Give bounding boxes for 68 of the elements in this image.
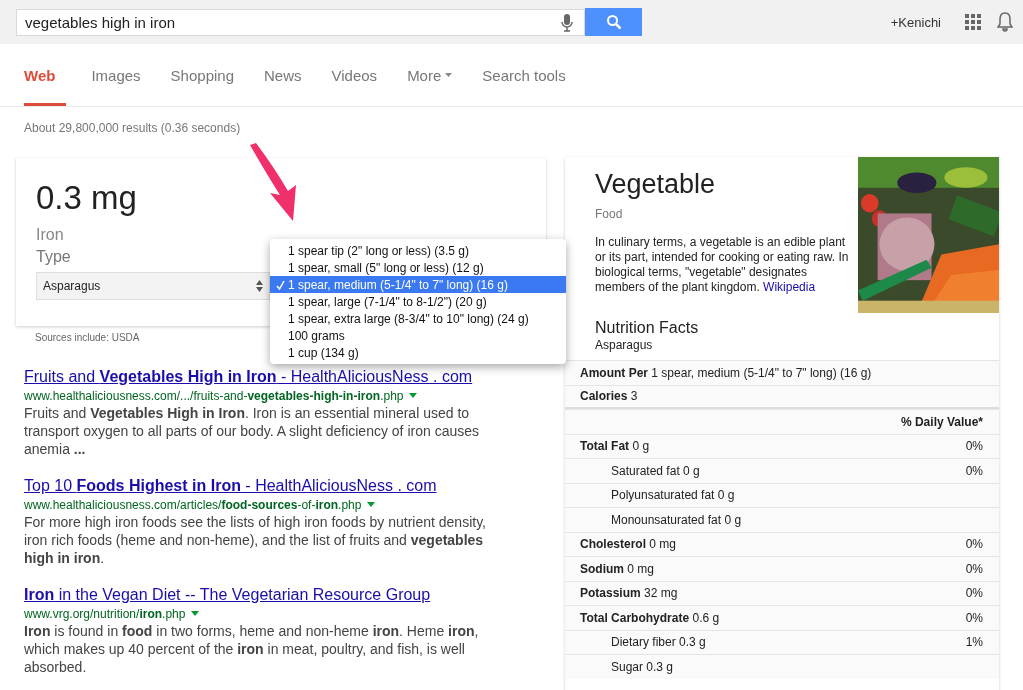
nutrient-name: Sugar 0.3 g (611, 659, 674, 674)
notification-bell-icon[interactable] (997, 12, 1013, 32)
nutrient-name: Total Fat 0 g (580, 439, 650, 454)
sources-note: Sources include: USDA (35, 332, 140, 343)
amount-per-text: Amount Per 1 spear, medium (5-1/4" to 7" long) (16 g) (580, 365, 872, 380)
nutrient-label: Iron (36, 226, 64, 244)
caret-icon[interactable] (367, 502, 376, 507)
dropdown-option[interactable]: 1 spear, small (5" long or less) (12 g) (270, 259, 566, 276)
nutrient-name: Polyunsaturated fat 0 g (611, 488, 735, 503)
search-tab[interactable]: Web (24, 47, 67, 106)
nutrient-name: Total Carbohydrate 0.6 g (580, 610, 720, 625)
panel-description: In culinary terms, a vegetable is an edible plant or its part, intended for cooking or eating raw. In biological terms, "vegetable" designates members of the plant kingdom. Wikipedia (595, 235, 850, 295)
wikipedia-link[interactable]: Wikipedia (763, 280, 816, 294)
nutrient-name: Saturated fat 0 g (611, 463, 700, 478)
updown-icon (256, 280, 263, 292)
dropdown-option[interactable]: 1 spear, large (7-1/4" to 8-1/2") (20 g) (270, 293, 566, 310)
dropdown-option[interactable]: 1 cup (134 g) (270, 344, 566, 361)
search-tab[interactable]: Images (76, 47, 156, 106)
result-url: www.healthaliciousness.com/articles/food-sources-of-iron.php (24, 497, 362, 512)
daily-value: 0% (965, 463, 983, 478)
search-icon (605, 14, 622, 30)
daily-value: 0% (965, 610, 983, 625)
dropdown-option[interactable]: 1 spear, extra large (8-3/4" to 10" long) (24 g) (270, 310, 566, 327)
checkmark-icon (275, 279, 285, 290)
nutrient-name: Sodium 0 mg (580, 561, 654, 576)
daily-value: 0% (965, 586, 983, 601)
nutrient-name: Potassium 32 mg (580, 586, 678, 601)
dropdown-option[interactable]: 1 spear, medium (5-1/4" to 7" long) (16 g) (270, 276, 566, 293)
dropdown-option[interactable]: 100 grams (270, 327, 566, 344)
dropdown-option[interactable]: 1 spear tip (2" long or less) (3.5 g) (270, 242, 566, 259)
calories-text: Calories 3 (580, 389, 638, 404)
result-url: www.healthaliciousness.com/.../fruits-and-vegetables-high-in-iron.php (24, 388, 404, 403)
answer-value: 0.3 mg (36, 178, 137, 218)
search-tab[interactable]: Videos (316, 47, 393, 106)
nutrition-title: Nutrition Facts (595, 319, 700, 337)
caret-icon[interactable] (409, 393, 418, 398)
daily-value: 0% (965, 439, 983, 454)
caret-icon[interactable] (191, 611, 200, 616)
type-select[interactable]: Asparagus (36, 272, 270, 300)
daily-value: 0% (965, 537, 983, 552)
result-title-link[interactable]: Top 10 Foods Highest in Iron - HealthAliciousNess . com (24, 476, 546, 496)
account-link[interactable]: +Kenichi (890, 14, 941, 30)
food-name: Asparagus (595, 338, 654, 352)
type-label: Type (36, 248, 71, 266)
panel-title: Vegetable (595, 168, 717, 201)
result-title-link[interactable]: Iron in the Vegan Diet -- The Vegetarian Resource Group (24, 585, 546, 605)
microphone-icon[interactable] (561, 12, 573, 33)
nutrient-name: Dietary fiber 0.3 g (611, 635, 706, 650)
nutrient-name: Cholesterol 0 mg (580, 537, 677, 552)
result-stats: About 29,800,000 results (0.36 seconds) (24, 121, 242, 137)
apps-grid-icon[interactable] (965, 14, 981, 30)
result-snippet: For more high iron foods see the lists of high iron foods by nutrient density, iron rich foods (heme and non-heme), and the list of fruits and vegetables high in iron. (24, 513, 487, 567)
search-tab[interactable]: News (249, 47, 317, 106)
result-snippet: Iron is found in food in two forms, heme and non-heme iron. Heme iron, which makes up 40 percent of the iron in meat, poultry, and fish, is well absorbed. (24, 622, 480, 676)
panel-subtitle: Food (595, 207, 624, 221)
daily-value: 1% (965, 635, 983, 650)
search-tab[interactable]: Search tools (467, 47, 581, 106)
nutrient-name: Monounsaturated fat 0 g (611, 512, 742, 527)
search-tab[interactable]: Shopping (155, 47, 249, 106)
result-snippet: Fruits and Vegetables High in Iron. Iron is an essential mineral used to transport oxygen to all parts of our body. A slight deficiency of iron causes anemia ... (24, 404, 480, 458)
search-button[interactable] (585, 8, 642, 36)
result-title-link[interactable]: Fruits and Vegetables High in Iron - HealthAliciousNess . com (24, 367, 546, 387)
daily-value-header: % Daily Value* (900, 414, 983, 429)
daily-value: 0% (965, 561, 983, 576)
result-url: www.vrg.org/nutrition/iron.php (24, 606, 186, 621)
caret-icon (445, 73, 453, 77)
search-field[interactable]: vegetables high in iron (16, 8, 585, 36)
search-tab[interactable]: More (392, 47, 468, 106)
